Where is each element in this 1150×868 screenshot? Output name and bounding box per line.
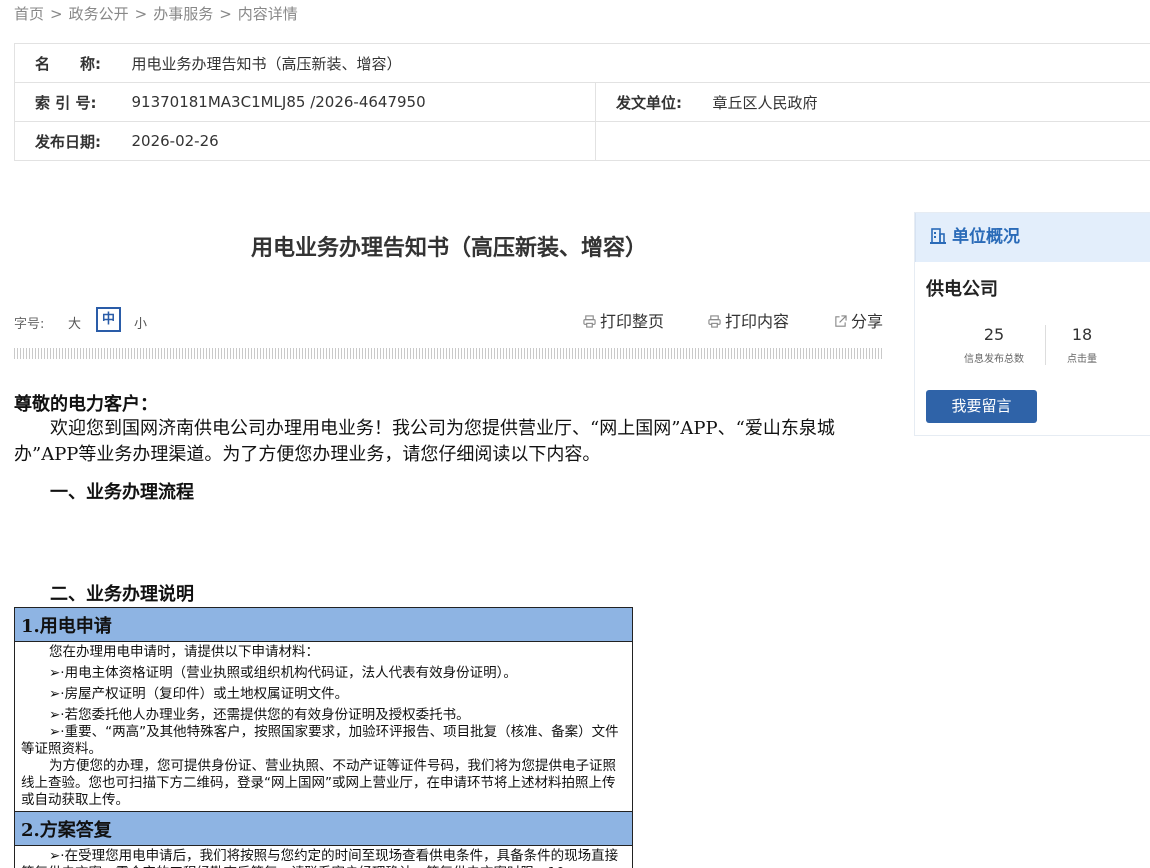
share-label: 分享 [851, 312, 884, 331]
meta-empty-cell [595, 121, 1150, 161]
breadcrumb: 首页 > 政务公开 > 办事服务 > 内容详情 [14, 3, 298, 24]
leave-message-button[interactable]: 我要留言 [926, 390, 1037, 423]
font-size-large-button[interactable]: 大 [68, 313, 81, 332]
share-button[interactable]: 分享 [834, 308, 883, 332]
meta-date-value: 2026-02-26 [131, 121, 596, 161]
content-line: ➢·用电主体资格证明（营业执照或组织机构代码证，法人代表有效身份证明）。 [49, 665, 517, 681]
font-size-small-button[interactable]: 小 [134, 313, 147, 332]
content-line: 为方便您的办理，您可提供身份证、营业执照、不动产证等证件号码，我们将为您提供电子… [21, 758, 616, 808]
table-section-title: 1.用电申请 [14, 607, 633, 642]
document-meta-table: 名 称: 用电业务办理告知书（高压新装、增容） 索 引 号: 91370181M… [14, 43, 1150, 161]
font-size-medium-button[interactable]: 中 [96, 307, 121, 332]
stat-value: 25 [983, 325, 1005, 344]
building-icon [930, 228, 946, 244]
org-overview-header: 单位概况 [915, 213, 1150, 262]
divider-stripe [14, 348, 884, 359]
article-toolbar: 字号: 大 中 小 打印整页 打印内容 分享 [14, 306, 884, 334]
org-overview-panel: 单位概况 供电公司 25 信息发布总数 18 点击量 我要留言 [914, 212, 1150, 436]
font-size-label: 字号: [14, 317, 45, 332]
intro-paragraph: 欢迎您到国网济南供电公司办理用电业务！我公司为您提供营业厅、“网上国网”APP、… [14, 418, 835, 465]
meta-index-label: 索 引 号: [14, 82, 132, 122]
meta-date-label: 发布日期: [14, 121, 132, 161]
breadcrumb-public-affairs[interactable]: 政务公开 [69, 5, 129, 23]
content-line: ➢·在受理您用电申请后，我们将按照与您约定的时间至现场查看供电条件，具备条件的现… [21, 848, 619, 868]
content-line: ➢·重要、“两高”及其他特殊客户，按照国家要求，加验环评报告、项目批复（核准、备… [21, 724, 619, 757]
breadcrumb-separator: > [50, 5, 63, 23]
print-content-label: 打印内容 [725, 312, 790, 331]
printer-icon [708, 315, 721, 328]
section-heading-process: 一、业务办理流程 [50, 482, 194, 503]
breadcrumb-separator: > [219, 5, 232, 23]
content-line: ➢·房屋产权证明（复印件）或土地权属证明文件。 [49, 686, 349, 702]
article-title: 用电业务办理告知书（高压新装、增容） [250, 236, 647, 261]
breadcrumb-services[interactable]: 办事服务 [153, 5, 213, 23]
stat-label: 点击量 [1067, 354, 1097, 365]
breadcrumb-current: 内容详情 [237, 5, 298, 23]
meta-name-value: 用电业务办理告知书（高压新装、增容） [131, 43, 1150, 83]
stat-views: 18 点击量 [1032, 325, 1132, 365]
print-page-button[interactable]: 打印整页 [583, 308, 664, 332]
breadcrumb-separator: > [134, 5, 148, 23]
org-overview-title: 单位概况 [952, 227, 1020, 247]
meta-index-value: 91370181MA3C1MLJ85 /2026-4647950 [131, 82, 596, 122]
stat-label: 信息发布总数 [964, 354, 1024, 365]
section-heading-instructions: 二、业务办理说明 [50, 584, 194, 605]
table-section-content: 您在办理用电申请时，请提供以下申请材料： ➢·用电主体资格证明（营业执照或组织机… [14, 641, 633, 812]
stat-publish-count: 25 信息发布总数 [944, 325, 1044, 365]
breadcrumb-home[interactable]: 首页 [14, 5, 44, 23]
content-line: 您在办理用电申请时，请提供以下申请材料： [49, 644, 319, 660]
print-content-button[interactable]: 打印内容 [708, 308, 789, 332]
meta-name-label: 名 称: [14, 43, 132, 83]
table-section-title: 2.方案答复 [14, 811, 633, 846]
print-page-label: 打印整页 [600, 312, 665, 331]
stat-value: 18 [1071, 325, 1093, 344]
greeting-text: 尊敬的电力客户： [14, 394, 158, 415]
printer-icon [583, 315, 596, 328]
org-name: 供电公司 [926, 279, 998, 300]
meta-unit-value: 章丘区人民政府 [712, 82, 1150, 122]
table-section-content: ➢·在受理您用电申请后，我们将按照与您约定的时间至现场查看供电条件，具备条件的现… [14, 845, 633, 868]
instructions-table: 1.用电申请 您在办理用电申请时，请提供以下申请材料： ➢·用电主体资格证明（营… [14, 607, 633, 868]
content-line: ➢·若您委托他人办理业务，还需提供您的有效身份证明及授权委托书。 [49, 707, 470, 723]
meta-unit-label: 发文单位: [595, 82, 713, 122]
share-icon [835, 315, 847, 327]
